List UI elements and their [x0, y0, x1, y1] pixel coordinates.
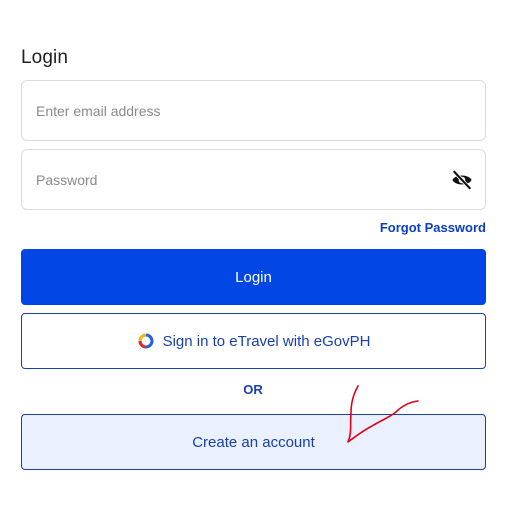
email-field[interactable]	[21, 80, 486, 141]
create-account-button[interactable]: Create an account	[21, 414, 486, 470]
or-separator: OR	[243, 382, 263, 397]
eye-off-icon[interactable]	[449, 167, 475, 193]
password-input[interactable]	[36, 150, 436, 209]
password-field[interactable]	[21, 149, 486, 210]
egov-signin-button[interactable]: Sign in to eTravel with eGovPH	[21, 313, 486, 369]
email-input[interactable]	[36, 81, 436, 140]
egovph-ring-icon	[137, 332, 155, 350]
egov-signin-label: Sign in to eTravel with eGovPH	[162, 332, 371, 350]
forgot-password-link[interactable]: Forgot Password	[380, 220, 486, 235]
page-title: Login	[21, 47, 68, 68]
login-button[interactable]: Login	[21, 249, 486, 305]
